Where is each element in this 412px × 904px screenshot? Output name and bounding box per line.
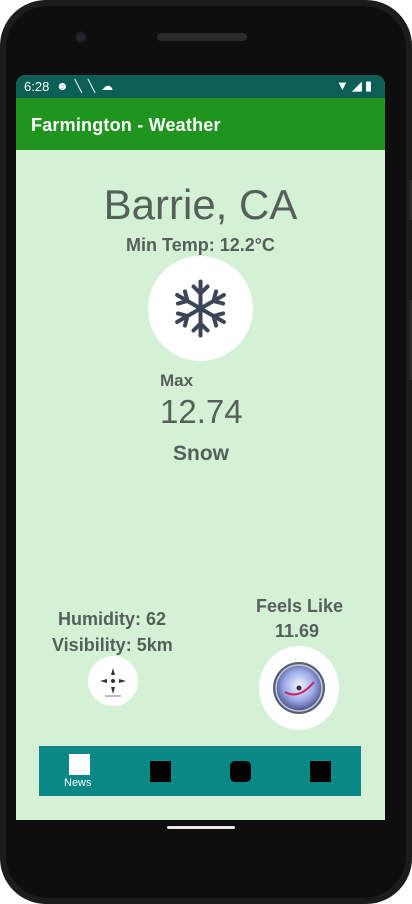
device-frame: 6:28 ☻╲╲☁ ▼◢▮ Farmington - Weather Barri… <box>0 0 412 904</box>
status-time: 6:28 <box>24 79 50 94</box>
humidity: Humidity: 62 <box>58 609 167 629</box>
app-bar: Farmington - Weather <box>16 98 385 150</box>
notification-icons: ☻╲╲☁ <box>56 79 119 93</box>
nav-news-label: News <box>64 777 92 789</box>
app-title: Farmington - Weather <box>31 115 221 135</box>
city-name: Barrie, CA <box>103 181 298 228</box>
thermometer-gauge-icon <box>273 662 325 714</box>
max-temp-value: 12.74 <box>160 393 243 430</box>
square-icon <box>310 761 331 782</box>
wifi-icon: ▼ <box>335 78 352 93</box>
feels-like-image <box>259 646 339 730</box>
cell-signal-icon: ◢ <box>351 78 365 93</box>
snowflake-icon <box>175 279 226 338</box>
square-icon <box>150 761 171 782</box>
nav-news[interactable]: News <box>39 746 119 796</box>
system-icons: ▼◢▮ <box>336 78 375 94</box>
home-indicator[interactable] <box>167 826 235 829</box>
weather-condition-image <box>148 256 253 361</box>
feels-like-label: Feels Like <box>256 596 344 616</box>
earpiece-speaker <box>157 33 247 41</box>
weather-condition: Snow <box>173 442 229 465</box>
min-temp: Min Temp: 12.2°C <box>126 235 275 255</box>
rounded-square-icon <box>230 761 251 782</box>
front-camera <box>75 31 87 43</box>
bottom-navigation: News <box>39 746 361 796</box>
app-screen: 6:28 ☻╲╲☁ ▼◢▮ Farmington - Weather Barri… <box>16 75 385 820</box>
signal-slash-icon: ╲ <box>74 79 88 93</box>
nav-item-4[interactable] <box>279 746 361 796</box>
news-icon <box>69 754 90 775</box>
visibility: Visibility: 5km <box>52 635 173 655</box>
nav-item-2[interactable] <box>119 746 199 796</box>
wind-direction-image <box>88 656 138 706</box>
feels-like-value: 11.69 <box>275 621 320 641</box>
signal-slash-icon: ╲ <box>87 79 102 93</box>
chat-icon: ☻ <box>56 79 75 93</box>
cloud-icon: ☁ <box>101 79 120 93</box>
compass-icon <box>100 668 126 697</box>
battery-icon: ▮ <box>364 78 375 93</box>
status-bar: 6:28 ☻╲╲☁ ▼◢▮ <box>16 75 385 98</box>
nav-item-3[interactable] <box>199 746 279 796</box>
max-label: Max <box>160 371 194 390</box>
